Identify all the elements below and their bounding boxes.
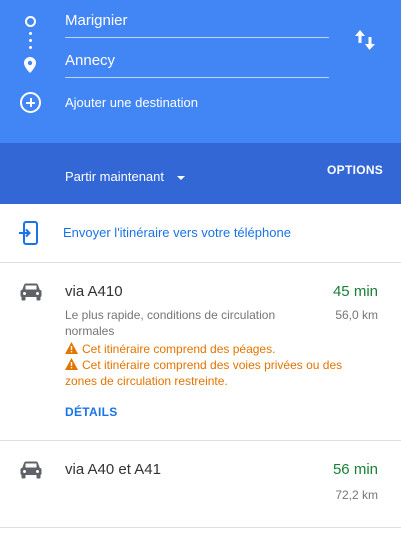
route-name[interactable]: via A410 <box>65 283 123 301</box>
route-duration: 56 min <box>332 461 378 478</box>
divider <box>0 527 401 528</box>
route-duration: 45 min <box>332 283 378 300</box>
send-to-phone-link[interactable]: Envoyer l'itinéraire vers votre téléphon… <box>63 225 291 241</box>
send-to-phone-icon[interactable] <box>19 221 39 245</box>
origin-icon <box>25 16 36 27</box>
caret-down-icon[interactable] <box>177 176 185 180</box>
toll-warning: Cet itinéraire comprend des péages. <box>65 341 365 357</box>
destination-pin-icon <box>24 57 36 73</box>
divider <box>0 262 401 263</box>
car-icon <box>20 283 42 301</box>
route-distance: 56,0 km <box>335 308 378 322</box>
warning-icon <box>65 342 78 354</box>
warning-icon <box>65 358 78 370</box>
depart-time-select[interactable]: Partir maintenant <box>65 169 164 185</box>
route-name[interactable]: via A40 et A41 <box>65 461 161 479</box>
restricted-zone-warning: Cet itinéraire comprend des voies privée… <box>65 357 365 389</box>
origin-input[interactable]: Marignier <box>65 8 329 38</box>
divider <box>0 440 401 441</box>
car-icon <box>20 461 42 479</box>
swap-icon[interactable] <box>354 28 376 52</box>
route-description: Le plus rapide, conditions de circulatio… <box>65 308 276 338</box>
warning-text: Cet itinéraire comprend des péages. <box>82 342 276 356</box>
destination-input[interactable]: Annecy <box>65 48 329 78</box>
warning-text: Cet itinéraire comprend des voies privée… <box>65 358 343 388</box>
options-button[interactable]: OPTIONS <box>327 163 383 177</box>
route-dots-icon <box>29 32 32 54</box>
add-icon[interactable] <box>20 92 41 113</box>
details-button[interactable]: DÉTAILS <box>65 405 118 419</box>
route-distance: 72,2 km <box>335 488 378 502</box>
add-destination-button[interactable]: Ajouter une destination <box>65 95 198 111</box>
